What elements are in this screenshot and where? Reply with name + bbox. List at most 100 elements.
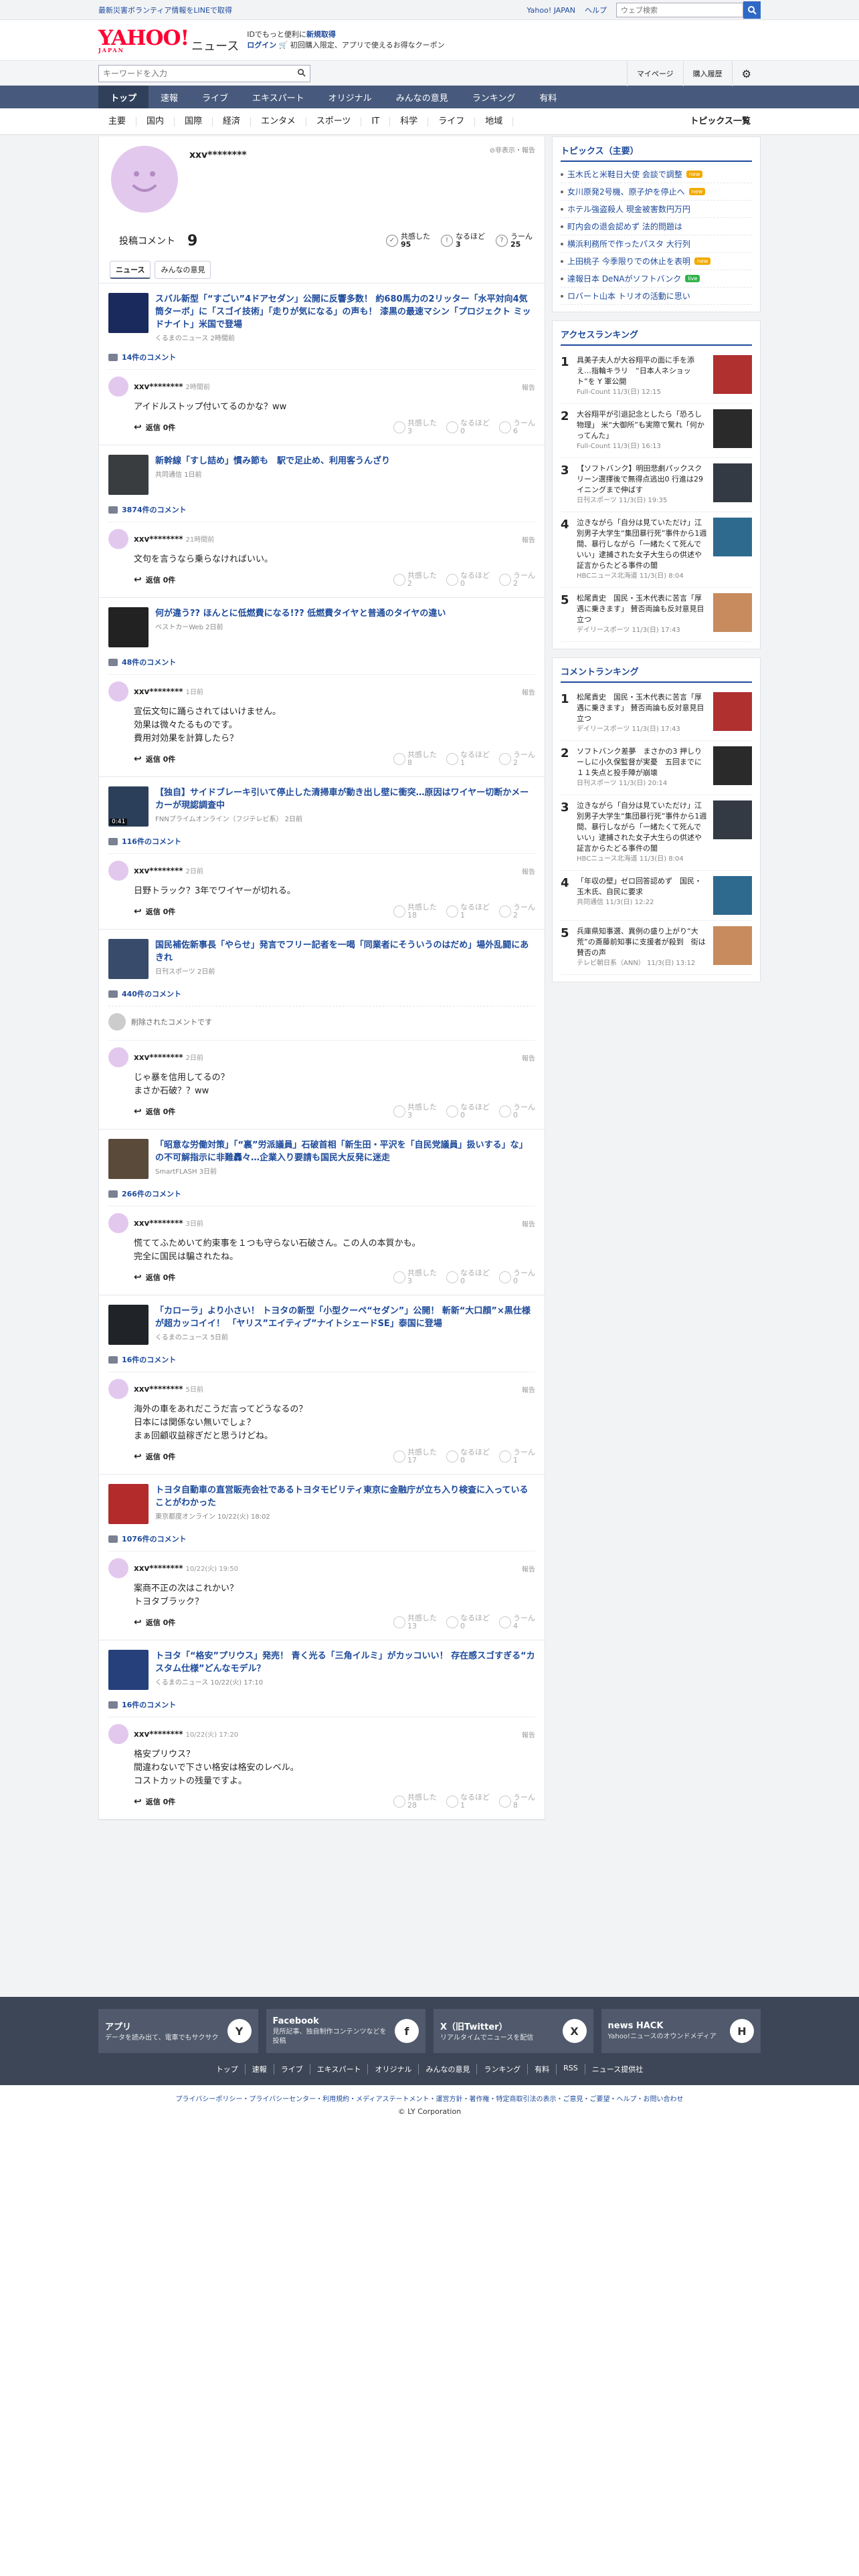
commenter-name[interactable]: xxv******** [134,687,183,696]
article[interactable]: 新幹線「すし詰め」慣み節も 駅で足止め、利用客うんざり 共同通信 1日前 [108,445,535,499]
comment-count-link[interactable]: 16件のコメント [108,1349,535,1372]
cat-science[interactable]: 科学 [390,117,429,126]
comment-count-link[interactable]: 1076件のコメント [108,1528,535,1551]
vote-insight-button[interactable]: なるほど 0 [446,419,490,435]
topic-item[interactable]: 横浜利務所で作ったパスタ 大行列 [561,235,752,253]
line-promo-link[interactable]: 最新災害ボランティア情報をLINEで取得 [98,5,527,15]
article[interactable]: トヨタ「“格安”プリウス」発売！ 青く光る「三角イルミ」がカッコいい！ 存在感ス… [108,1640,535,1694]
commenter-name[interactable]: xxv******** [134,1218,183,1228]
commenter-name[interactable]: xxv******** [134,1729,183,1739]
commenter-avatar[interactable] [108,377,128,397]
commenter-name[interactable]: xxv******** [134,866,183,875]
report-link[interactable]: 報告 [522,1053,535,1063]
vote-insight-button[interactable]: なるほど 0 [446,1448,490,1465]
vote-hmm-button[interactable]: うーん 0 [499,1269,535,1285]
cat-sports[interactable]: スポーツ [306,117,362,126]
reply-button[interactable]: ↩ 返信 0件 [134,1106,175,1117]
reply-button[interactable]: ↩ 返信 0件 [134,906,175,917]
footer-nav-link[interactable]: エキスパート [310,2064,369,2074]
report-link[interactable]: 報告 [522,1564,535,1574]
footer-app-link[interactable]: X（旧Twitter） リアルタイムでニュースを配信 X [434,2009,593,2053]
comment-count-link[interactable]: 14件のコメント [108,346,535,369]
web-search-input[interactable] [616,3,743,17]
vote-agree-button[interactable]: 共感した 3 [393,419,437,435]
comment-count-link[interactable]: 440件のコメント [108,983,535,1006]
article[interactable]: 「昭意な労働対策」「“裏”労派議員」石破首相「新生田・平沢を「自民党議員」扱いす… [108,1130,535,1183]
coupon-promo[interactable]: 初回購入限定、アプリで使えるお得なクーポン [290,41,445,49]
topic-item[interactable]: 町内会の退会認めず 法的問題は [561,218,752,235]
footer-nav-link[interactable]: 有料 [528,2064,557,2074]
article-title[interactable]: 国民補佐新事長「やらせ」発言でフリー記者を一喝「同業者にそういうのはだめ」場外乱… [155,939,535,964]
ranking-item[interactable]: 1 具美子夫人が大谷翔平の面に手を添え…指輪キラリ “日本人ネショット”を Y 軍… [561,350,752,404]
legal-links[interactable]: プライバシーポリシー・プライバシーセンター・利用規約・メディアステートメント・運… [0,2085,859,2103]
keyword-search-input[interactable] [99,66,293,82]
footer-nav-link[interactable]: RSS [557,2064,585,2074]
ranking-item[interactable]: 2 ソフトバンク差夢 まさかの3 押しりーしに小久保監督が実憂 五回までに１１失点… [561,741,752,795]
article[interactable]: 「カローラ」より小さい！ トヨタの新型「小型クーペ“セダン”」公開！ 斬新“大口… [108,1295,535,1349]
cat-domestic[interactable]: 国内 [136,117,175,126]
footer-nav-link[interactable]: 速報 [246,2064,274,2074]
vote-agree-button[interactable]: 共感した 3 [393,1269,437,1285]
vote-agree-button[interactable]: 共感した 17 [393,1448,437,1465]
vote-hmm-button[interactable]: うーん 2 [499,572,535,588]
vote-insight-button[interactable]: なるほど 0 [446,1269,490,1285]
vote-insight-button[interactable]: なるほど 1 [446,903,490,920]
article[interactable]: スバル新型「“すごい”4ドアセダン」公開に反響多数！ 約680馬力の2リッター「… [108,284,535,346]
vote-insight-button[interactable]: なるほど 0 [446,572,490,588]
article-thumbnail[interactable] [108,455,149,495]
footer-app-link[interactable]: news HACK Yahoo!ニュースのオウンドメディア H [601,2009,761,2053]
topic-item[interactable]: ホテル強盗殺人 現金被害数円万円 [561,201,752,218]
report-link[interactable]: 報告 [522,687,535,697]
vote-insight-button[interactable]: なるほど 1 [446,1794,490,1810]
reply-button[interactable]: ↩ 返信 0件 [134,1796,175,1807]
ranking-item[interactable]: 5 兵庫県知事選、異例の盛り上がり“大荒”の斎藤前知事に支援者が殺到 街は賛否の声… [561,921,752,975]
vote-hmm-button[interactable]: うーん 1 [499,1448,535,1465]
article-thumbnail[interactable] [108,939,149,979]
vote-insight-button[interactable]: なるほど 0 [446,1103,490,1119]
commenter-avatar[interactable] [108,861,128,881]
cat-world[interactable]: 国際 [175,117,213,126]
vote-insight-button[interactable]: なるほど 0 [446,1614,490,1630]
footer-nav-link[interactable]: みんなの意見 [419,2064,478,2074]
vote-hmm-button[interactable]: うーん 2 [499,751,535,767]
commenter-avatar[interactable] [108,1724,128,1744]
commenter-name[interactable]: xxv******** [134,1053,183,1062]
cat-life[interactable]: ライフ [428,117,476,126]
article-thumbnail[interactable] [108,607,149,647]
article[interactable]: 何が違う?? ほんとに低燃費になる!?? 低燃費タイヤと普通のタイヤの違い ベスト… [108,598,535,651]
cat-main[interactable]: 主要 [98,117,137,126]
comment-count-link[interactable]: 16件のコメント [108,1694,535,1717]
article-title[interactable]: トヨタ「“格安”プリウス」発売！ 青く光る「三角イルミ」がカッコいい！ 存在感ス… [155,1650,535,1675]
signup-link[interactable]: 新規取得 [306,30,336,39]
ranking-item[interactable]: 4 「年収の壁」ゼロ回答認めず 国民・玉木氏、自民に要求 共同通信 11/3(日) … [561,871,752,921]
comment-count-link[interactable]: 48件のコメント [108,651,535,674]
vote-agree-button[interactable]: 共感した 13 [393,1614,437,1630]
ranking-item[interactable]: 4 泣きながら「自分は見ていただけ」江別男子大学生“集団暴行死”事件から1週間、暴… [561,512,752,588]
article-title[interactable]: 「昭意な労働対策」「“裏”労派議員」石破首相「新生田・平沢を「自民党議員」扱いす… [155,1139,535,1164]
ranking-item[interactable]: 5 松尾貴史 国民・玉木代表に苦言「厚遇に乗きます」 賛否両論も反対意見目立つ デイ… [561,588,752,642]
commenter-avatar[interactable] [108,1047,128,1067]
footer-nav-link[interactable]: ライブ [274,2064,310,2074]
commenter-avatar[interactable] [108,1379,128,1399]
search-icon[interactable] [743,1,761,19]
commenter-name[interactable]: xxv******** [134,1564,183,1573]
yahoo-news-logo[interactable]: YAHOO! JAPAN ニュース [98,27,239,53]
settings-gear-icon[interactable]: ⚙ [731,61,761,86]
footer-nav-link[interactable]: ニュース提供社 [585,2064,650,2074]
hide-report-link[interactable]: ⊘非表示・報告 [490,144,535,154]
reply-button[interactable]: ↩ 返信 0件 [134,422,175,433]
commenter-avatar[interactable] [108,1213,128,1233]
login-link[interactable]: ログイン [247,41,276,49]
commenter-avatar[interactable] [108,529,128,549]
yahoo-japan-link[interactable]: Yahoo! JAPAN [527,6,575,15]
article[interactable]: 国民補佐新事長「やらせ」発言でフリー記者を一喝「同業者にそういうのはだめ」場外乱… [108,930,535,983]
vote-agree-button[interactable]: 共感した 18 [393,903,437,920]
cat-it[interactable]: IT [361,117,391,126]
nav-breaking[interactable]: 速報 [149,86,190,108]
vote-insight-button[interactable]: なるほど 1 [446,751,490,767]
report-link[interactable]: 報告 [522,866,535,876]
nav-expert[interactable]: エキスパート [240,86,316,108]
vote-hmm-button[interactable]: うーん 2 [499,903,535,920]
ranking-item[interactable]: 2 大谷翔平が引退記念としたら「恐ろし物理」 米“大御所”も実際で驚れ「何かってん… [561,404,752,458]
footer-app-link[interactable]: アプリ データを読み出て、電車でもサクサク Y [98,2009,258,2053]
